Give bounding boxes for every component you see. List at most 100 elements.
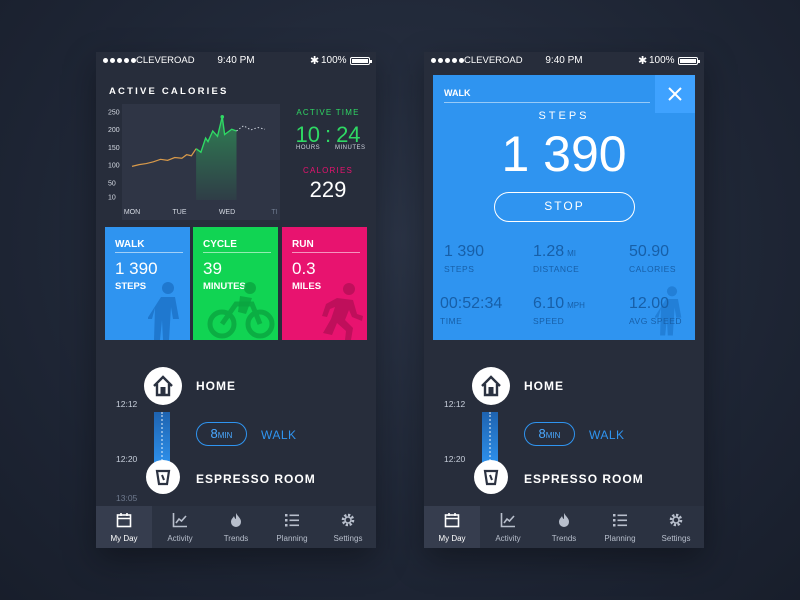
tab-trends-label: Trends [551,534,577,543]
duration-unit: MIN [217,431,233,440]
tab-bar: My Day Activity Trends Planning Settings [424,506,704,548]
battery-percent: 100% [649,55,675,66]
duration-pill[interactable]: 8MIN [524,422,575,446]
tab-activity[interactable]: Activity [480,506,536,548]
run-card[interactable]: RUN 0.3 MILES [282,227,367,340]
stat-steps: 1 390 STEPS [444,243,484,274]
battery-percent: 100% [321,55,347,66]
close-button[interactable] [655,75,695,113]
walk-card-divider [115,252,183,253]
cycle-card-divider [203,252,271,253]
hours-unit: HOURS [296,145,321,151]
phone-my-day-screen: CLEVEROAD 9:40 PM ✱ 100% ACTIVE CALORIES… [96,52,376,548]
run-card-unit: MILES [292,281,322,292]
walk-card[interactable]: WALK 1 390 STEPS [105,227,190,340]
run-card-value: 0.3 [292,259,316,278]
list-icon [613,514,627,527]
destination-label: ESPRESSO ROOM [196,472,316,486]
tab-planning[interactable]: Planning [264,506,320,548]
flame-icon [559,513,569,527]
x-tick-label: MON [124,209,140,216]
stat-avg-speed-value: 12.00 [629,295,670,312]
walk-mode-link[interactable]: WALK [261,428,297,442]
tab-planning-label: Planning [276,534,308,543]
x-tick-label: WED [219,209,235,216]
walk-mode-link[interactable]: WALK [589,428,625,442]
stat-steps-value: 1 390 [444,243,485,260]
minutes-unit: MINUTES [335,145,366,151]
duration-unit: MIN [545,431,561,440]
tab-my-day-label: My Day [110,534,138,543]
tab-settings-label: Settings [661,534,691,543]
y-tick-label: 250 [108,110,120,117]
stat-distance-label: DISTANCE [533,264,580,274]
coffee-cup-icon [483,469,499,486]
run-card-label: RUN [292,239,314,250]
walk-steps-card: WALK STEPS 1 390 STOP 1 390 STEPS 1.28 MI… [433,75,695,340]
gear-icon [341,513,355,527]
tab-trends[interactable]: Trends [536,506,592,548]
cyclist-icon [207,282,275,339]
stat-speed: 6.10 MPH SPEED [533,295,585,326]
coffee-cup-icon [155,469,171,486]
running-person-icon [322,283,363,340]
calories-label: CALORIES [302,166,354,175]
home-icon [153,375,173,397]
stat-distance-unit: MI [567,249,577,258]
stat-calories-value: 50.90 [629,243,670,260]
stat-distance: 1.28 MI DISTANCE [533,243,579,274]
tab-settings[interactable]: Settings [320,506,376,548]
tab-settings-label: Settings [333,534,363,543]
cafe-marker[interactable] [474,460,508,494]
tab-my-day[interactable]: My Day [424,506,480,548]
tab-trends[interactable]: Trends [208,506,264,548]
timeline-time-arrive: 12:20 [116,454,138,464]
tab-my-day-label: My Day [438,534,466,543]
x-tick-label: TUE [173,209,187,216]
home-icon [481,375,501,397]
steps-card-label: WALK [444,88,471,98]
stat-calories: 50.90 CALORIES [629,243,676,274]
duration-pill[interactable]: 8MIN [196,422,247,446]
stat-avg-speed: 12.00 AVG SPEED [629,295,682,326]
home-label: HOME [196,379,236,393]
calories-value: 229 [309,177,347,202]
tab-trends-label: Trends [223,534,249,543]
stat-speed-unit: MPH [567,301,585,310]
active-time-hours: 10 [295,122,320,147]
home-marker[interactable] [144,367,182,405]
tab-settings[interactable]: Settings [648,506,704,548]
cafe-marker[interactable] [146,460,180,494]
stat-distance-value: 1.28 [533,243,565,260]
walk-card-value: 1 390 [115,259,158,278]
tab-planning[interactable]: Planning [592,506,648,548]
status-bar: CLEVEROAD 9:40 PM ✱ 100% [96,52,376,70]
y-tick-label: 150 [108,145,120,152]
battery-icon [678,57,700,65]
line-chart-icon [172,513,187,528]
phone-walk-detail-screen: CLEVEROAD 9:40 PM ✱ 100% WALK STEPS 1 39… [424,52,704,548]
timeline-time-arrive: 12:20 [444,454,466,464]
cycle-card[interactable]: CYCLE 39 MINUTES [193,227,278,340]
cycle-card-label: CYCLE [203,239,237,250]
tab-activity-label: Activity [167,534,193,543]
home-marker[interactable] [472,367,510,405]
close-icon [668,87,682,101]
bluetooth-icon: ✱ [310,55,320,67]
walk-card-label: WALK [115,239,145,250]
stat-calories-label: CALORIES [629,264,676,274]
gear-icon [669,513,683,527]
stat-steps-label: STEPS [444,264,475,274]
run-card-divider [292,252,360,253]
stop-button[interactable]: STOP [494,192,635,222]
stat-time: 00:52:34 TIME [440,295,502,326]
tab-activity[interactable]: Activity [152,506,208,548]
duration-value: 8 [210,426,218,441]
stat-speed-label: SPEED [533,316,565,326]
status-bar: CLEVEROAD 9:40 PM ✱ 100% [424,52,704,70]
calendar-icon [116,513,132,528]
y-tick-label: 10 [108,194,116,201]
tab-my-day[interactable]: My Day [96,506,152,548]
bluetooth-icon: ✱ [638,55,648,67]
stat-time-label: TIME [440,316,463,326]
